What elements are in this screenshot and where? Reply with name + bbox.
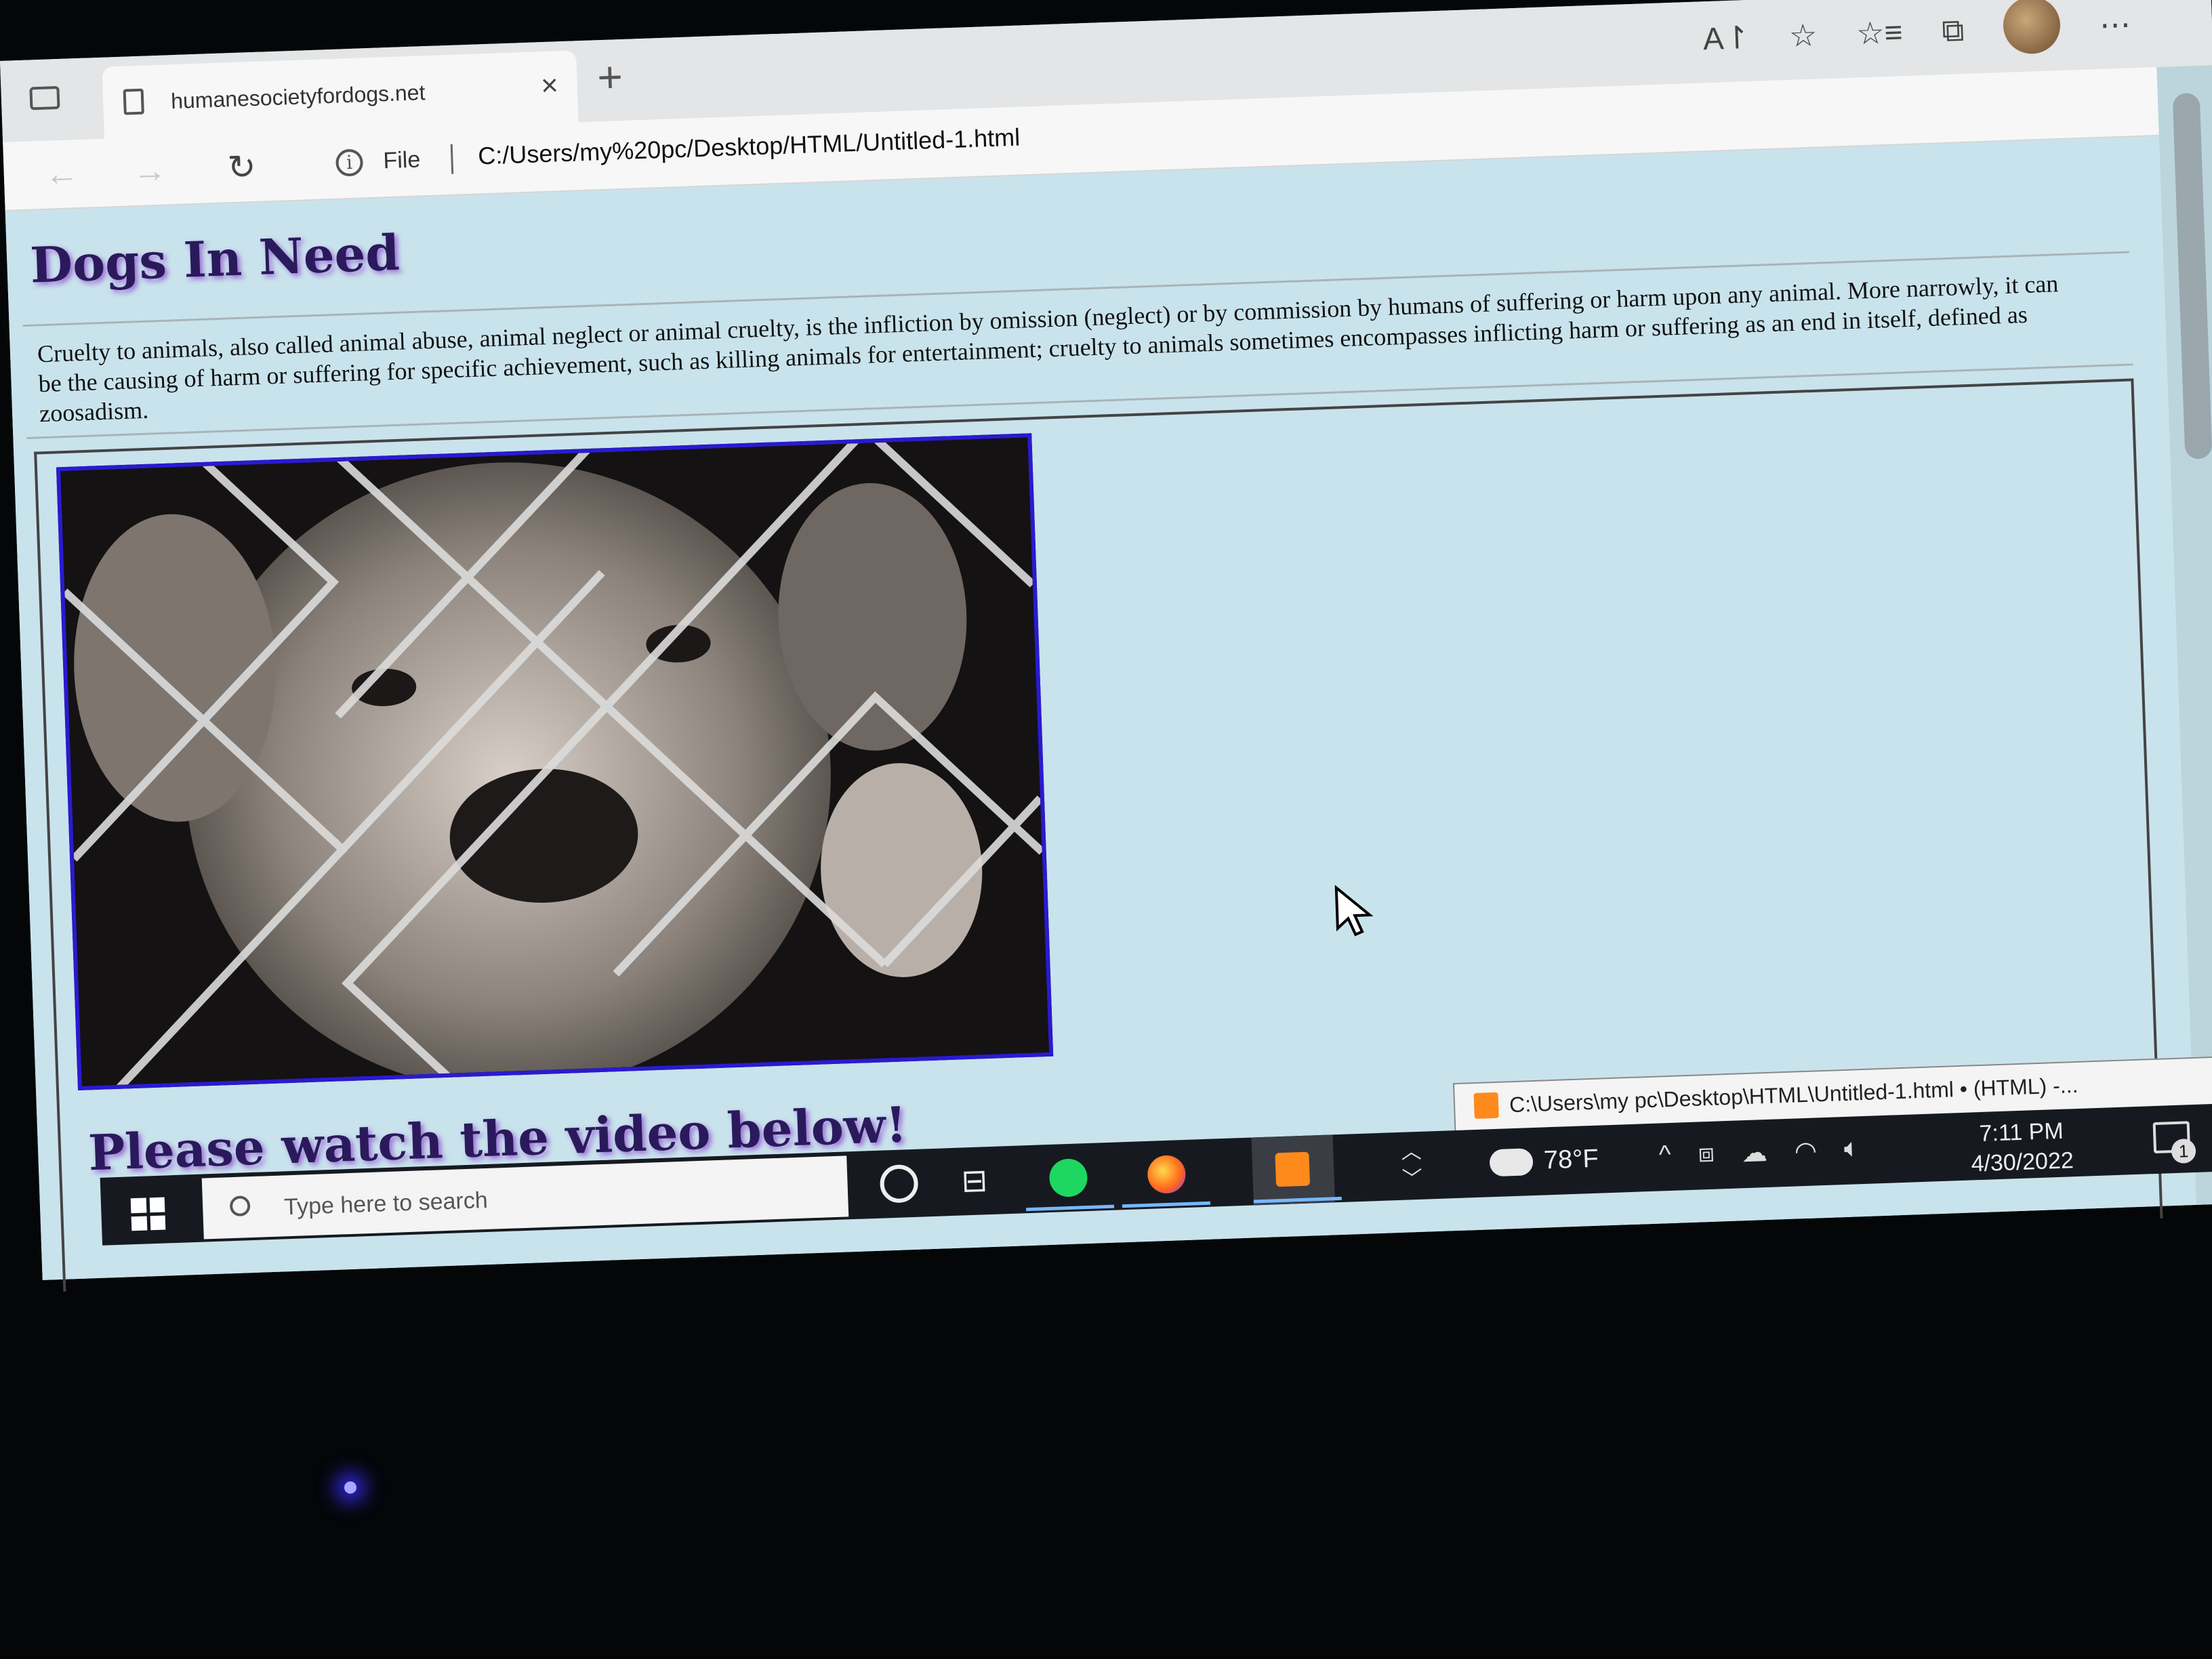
new-tab-button[interactable]: + <box>596 52 623 102</box>
dog-photo <box>56 433 1054 1090</box>
search-placeholder: Type here to search <box>283 1187 489 1221</box>
back-icon[interactable]: ← <box>44 153 79 194</box>
running-indicator <box>1025 1204 1115 1212</box>
sublime-text-icon <box>1473 1092 1499 1120</box>
tooltip-scroll-arrows[interactable]: ︿ ﹀ <box>1401 1139 1423 1193</box>
collections-icon[interactable]: ⧉ <box>1941 12 1965 57</box>
mouse-cursor-icon <box>1334 884 1374 937</box>
spotify-icon[interactable] <box>1048 1158 1088 1197</box>
more-icon[interactable]: ⋯ <box>2099 5 2131 52</box>
read-aloud-icon[interactable]: A↾ <box>1702 19 1750 65</box>
volume-icon[interactable]: 🔈︎ <box>1843 1134 1860 1165</box>
onedrive-cloud-icon[interactable]: ☁ <box>1741 1137 1768 1168</box>
task-view-icon[interactable]: ⊟ <box>961 1162 1000 1201</box>
search-icon <box>229 1195 251 1217</box>
firefox-icon[interactable] <box>1147 1154 1187 1194</box>
browser-toolbar-icons: A↾ ☆ ☆≡ ⧉ ⋯ <box>1702 0 2131 65</box>
running-indicator <box>1122 1201 1210 1208</box>
profile-avatar[interactable] <box>2002 0 2062 55</box>
dog-behind-fence-image <box>60 437 1049 1086</box>
address-separator <box>450 144 454 174</box>
notification-count-badge: 1 <box>2171 1138 2196 1164</box>
clock-time: 7:11 PM <box>1978 1118 2064 1147</box>
system-tray: ^ ⧈ ☁ ◠ 🔈︎ <box>1658 1134 1860 1171</box>
wifi-icon[interactable]: ◠ <box>1794 1135 1818 1166</box>
page-title: Dogs In Need <box>29 223 401 294</box>
refresh-icon[interactable]: ↻ <box>227 147 257 187</box>
forward-icon[interactable]: → <box>132 150 167 191</box>
add-favorite-icon[interactable]: ☆ <box>1788 16 1818 62</box>
clock-date: 4/30/2022 <box>1970 1147 2074 1177</box>
show-hidden-icons-icon[interactable]: ^ <box>1658 1141 1671 1172</box>
screen: humanesocietyfordogs.net × + A↾ ☆ ☆≡ ⧉ ⋯… <box>0 0 2212 1292</box>
document-icon <box>123 88 144 115</box>
monitor-bezel: humanesocietyfordogs.net × + A↾ ☆ ☆≡ ⧉ ⋯… <box>0 0 2212 1659</box>
taskbar-clock[interactable]: 7:11 PM 4/30/2022 <box>1969 1115 2074 1179</box>
windows-start-icon[interactable] <box>130 1197 166 1231</box>
info-icon[interactable]: i <box>335 148 364 177</box>
favorites-icon[interactable]: ☆≡ <box>1856 14 1903 60</box>
notification-center-icon[interactable]: 1 <box>2152 1121 2196 1164</box>
cortana-icon[interactable] <box>879 1164 919 1204</box>
meet-now-icon[interactable]: ⧈ <box>1698 1139 1715 1170</box>
scrollbar-thumb[interactable] <box>2172 92 2212 459</box>
url-field[interactable]: C:/Users/my%20pc/Desktop/HTML/Untitled-1… <box>478 123 1021 171</box>
weather-temperature[interactable]: 78°F <box>1543 1145 1599 1176</box>
address-scheme-label: File <box>382 146 421 174</box>
sublime-text-taskbar-icon[interactable] <box>1251 1134 1335 1206</box>
tab-title: humanesocietyfordogs.net <box>170 80 426 114</box>
sidebar-toggle-icon[interactable] <box>29 85 60 110</box>
weather-cloud-icon[interactable] <box>1489 1148 1534 1177</box>
power-led <box>344 1481 356 1494</box>
tab-close-icon[interactable]: × <box>540 68 558 103</box>
